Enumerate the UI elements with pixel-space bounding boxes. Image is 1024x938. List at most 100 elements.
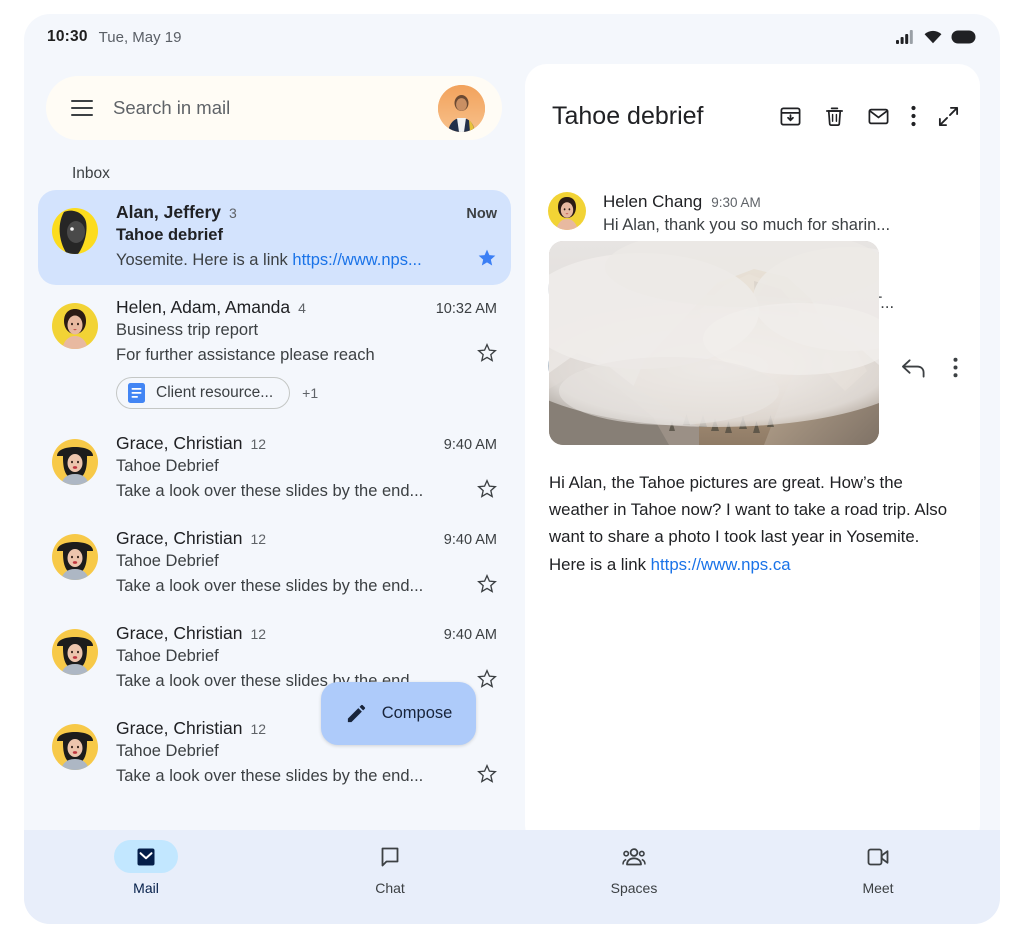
mail-sender: Grace, Christian [116,623,242,644]
snippet-link[interactable]: https://www.nps... [292,251,421,269]
mail-list-item-3[interactable]: Grace, Christian 12 9:40 AM Tahoe Debrie… [38,516,511,611]
status-time: 10:30 [47,28,88,46]
mail-subject: Tahoe Debrief [116,647,497,666]
battery-icon [951,30,976,44]
status-date: Tue, May 19 [99,29,182,46]
star-icon-outline[interactable] [467,343,497,368]
mail-thread-count: 12 [250,626,266,642]
mail-subject: Business trip report [116,321,497,340]
mail-snippet: Take a look over these slides by the end… [116,482,423,501]
mail-list-item-0[interactable]: Alan, Jeffery 3 Now Tahoe debrief Yosemi… [38,190,511,285]
expand-icon[interactable] [937,105,960,128]
more-options-icon[interactable] [911,105,916,127]
star-icon-outline[interactable] [467,479,497,504]
mail-sender: Grace, Christian [116,528,242,549]
mail-icon [134,845,158,869]
mail-time: 9:40 AM [436,532,497,548]
status-indicators [896,30,976,44]
mail-subject: Tahoe Debrief [116,552,497,571]
star-icon-outline[interactable] [467,764,497,789]
message-snippet: Hi Alan, thank you so much for sharin... [603,216,980,235]
nav-pill-spaces [602,840,666,873]
nav-item-spaces[interactable]: Spaces [512,840,756,896]
star-icon-outline[interactable] [467,574,497,599]
nav-label-spaces: Spaces [611,880,658,896]
mail-sender: Alan, Jeffery [116,202,221,223]
mail-thread-count: 4 [298,300,306,316]
compose-label: Compose [382,704,453,723]
mail-time: 9:40 AM [436,627,497,643]
delete-icon[interactable] [823,105,846,128]
mail-subject: Tahoe Debrief [116,457,497,476]
message-actions [901,347,980,388]
search-input[interactable]: Search in mail [113,97,230,119]
avatar [52,208,98,254]
avatar [52,303,98,349]
nav-item-mail[interactable]: Mail [24,840,268,896]
mail-time: 10:32 AM [428,301,497,317]
mail-snippet: Yosemite. Here is a link https://www.nps… [116,251,422,270]
message-sender: Helen Chang [603,192,702,212]
avatar [52,439,98,485]
mail-subject: Tahoe debrief [116,226,497,245]
main-panes: Search in mail [24,60,1000,830]
nav-pill-chat [358,840,422,873]
avatar [52,534,98,580]
thread-pane: Tahoe debrief [525,60,1000,830]
message-time: 9:30 AM [711,195,761,210]
thread-title: Tahoe debrief [552,102,704,131]
doc-icon [128,383,145,403]
mail-thread-count: 12 [250,436,266,452]
reply-icon[interactable] [901,357,926,379]
avatar [52,724,98,770]
nav-item-chat[interactable]: Chat [268,840,512,896]
mail-snippet: Take a look over these slides by the end… [116,577,423,596]
attachment-chip[interactable]: Client resource... [116,377,290,409]
pencil-icon [345,702,368,725]
thread-actions [779,105,960,128]
message-body: Hi Alan, the Tahoe pictures are great. H… [549,469,949,578]
chat-icon [378,845,402,869]
mail-thread-count: 12 [250,721,266,737]
thread-card: Tahoe debrief [525,64,980,847]
mail-snippet: Take a look over these slides by the end… [116,767,423,786]
attachment-more-count: +1 [302,385,318,401]
meet-icon [865,845,891,869]
mail-sender: Helen, Adam, Amanda [116,297,290,318]
mail-thread-count: 12 [250,531,266,547]
mail-thread-count: 3 [229,205,237,221]
wifi-icon [924,30,942,44]
message-body-link[interactable]: https://www.nps.ca [651,555,791,574]
nav-pill-mail [114,840,178,873]
nav-label-mail: Mail [133,880,159,896]
avatar [52,629,98,675]
device-frame: 10:30 Tue, May 19 Search [24,14,1000,924]
more-options-icon[interactable] [953,357,958,378]
mail-list-item-2[interactable]: Grace, Christian 12 9:40 AM Tahoe Debrie… [38,421,511,516]
mail-time: Now [458,206,497,222]
nav-item-meet[interactable]: Meet [756,840,1000,896]
search-bar[interactable]: Search in mail [46,76,502,140]
mail-snippet: For further assistance please reach [116,346,375,365]
inbox-label: Inbox [72,165,110,183]
compose-button[interactable]: Compose [321,682,476,745]
mail-sender: Grace, Christian [116,433,242,454]
mail-sender: Grace, Christian [116,718,242,739]
thread-message-0[interactable]: Helen Chang 9:30 AM Hi Alan, thank you s… [525,192,980,235]
bottom-navigation: Mail Chat Spaces [24,830,1000,924]
profile-avatar[interactable] [438,85,485,132]
mark-unread-icon[interactable] [867,105,890,128]
yosemite-mountain-photo[interactable] [549,241,879,445]
mail-time: 9:40 AM [436,437,497,453]
avatar [548,192,586,230]
status-bar: 10:30 Tue, May 19 [24,14,1000,60]
hamburger-menu-icon[interactable] [71,100,93,116]
thread-header: Tahoe debrief [525,88,980,144]
mail-list-item-1[interactable]: Helen, Adam, Amanda 4 10:32 AM Business … [38,285,511,421]
mail-list-pane: Search in mail [24,60,525,830]
signal-icon [896,30,915,44]
attachment-chip-row: Client resource... +1 [116,377,497,409]
archive-icon[interactable] [779,105,802,128]
nav-label-meet: Meet [862,880,893,896]
star-icon-filled[interactable] [467,248,497,273]
